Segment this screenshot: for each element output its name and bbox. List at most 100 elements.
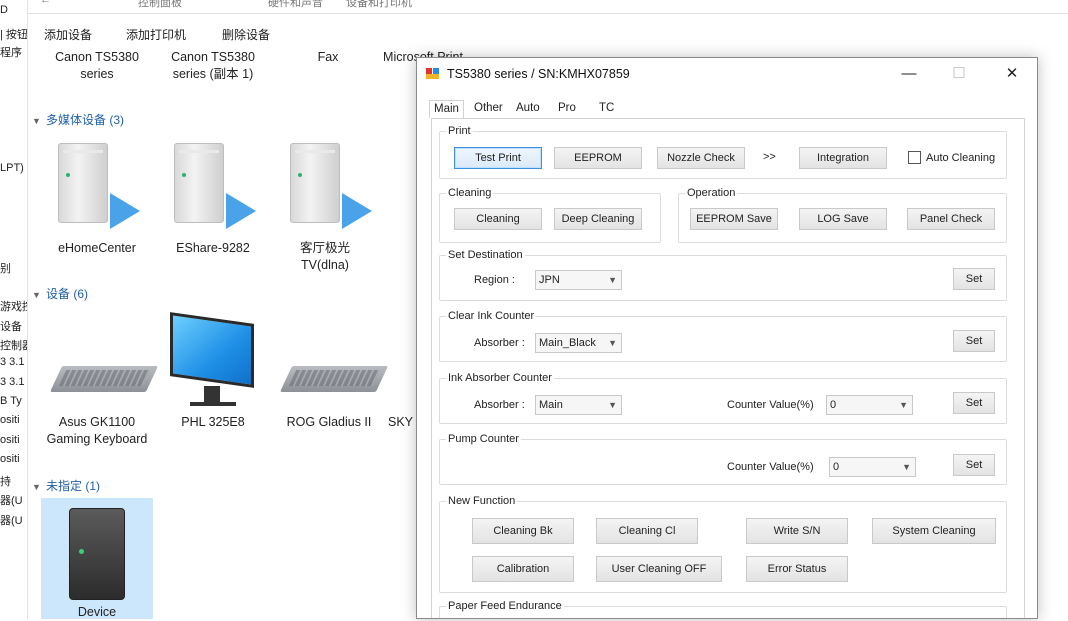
group-header-multimedia[interactable]: ▼ 多媒体设备 (3) [32,111,124,128]
absorber-select[interactable]: Main_Black ▼ [535,333,622,353]
eeprom-button[interactable]: EEPROM [554,147,642,169]
nav-item[interactable]: 3 3.1 [0,376,24,388]
nozzle-check-button[interactable]: Nozzle Check [657,147,745,169]
pump-counter-group: Pump Counter [439,433,1007,485]
nav-item[interactable]: LPT) [0,162,24,174]
nav-item[interactable]: 3 3.1 [0,356,24,368]
monitor-icon[interactable] [170,312,260,418]
group-label: Operation [687,187,736,199]
printer-item[interactable]: Canon TS5380 series [42,49,152,83]
nav-item[interactable]: B Ty [0,395,22,407]
test-print-button[interactable]: Test Print [454,147,542,169]
error-status-button[interactable]: Error Status [746,556,848,582]
group-label: Clear Ink Counter [448,310,535,322]
set-destination-set-button[interactable]: Set [953,268,995,290]
chevron-down-icon: ▼ [608,400,617,410]
nav-item[interactable]: D [0,4,8,16]
device-label[interactable]: Asus GK1100 Gaming Keyboard [42,414,152,448]
nav-item[interactable]: ositi [0,453,20,465]
system-cleaning-button[interactable]: System Cleaning [872,518,996,544]
chevron-down-icon: ▼ [902,462,911,472]
main-tab-panel: Print Test Print EEPROM Nozzle Check >> … [431,118,1025,618]
chevron-down-icon: ▼ [608,338,617,348]
selected-device-item[interactable]: Device [41,498,153,619]
cleaning-button[interactable]: Cleaning [454,208,542,230]
group-header-devices[interactable]: ▼ 设备 (6) [32,285,88,302]
maximize-icon[interactable]: ☐ [941,62,977,86]
media-server-icon[interactable] [290,143,372,229]
keyboard-icon[interactable] [49,366,159,400]
counter-value-select[interactable]: 0 ▼ [826,395,913,415]
device-label[interactable]: EShare-9282 [158,240,268,257]
tab-pro[interactable]: Pro [558,102,576,114]
nav-item[interactable]: 别 [0,260,11,276]
nav-item[interactable]: ositi [0,434,20,446]
tab-tc[interactable]: TC [599,102,614,114]
integration-button[interactable]: Integration [799,147,887,169]
service-tool-dialog: TS5380 series / SN:KMHX07859 — ☐ ✕ Main … [416,57,1038,619]
title-bar[interactable]: TS5380 series / SN:KMHX07859 — ☐ ✕ [417,58,1037,90]
breadcrumb[interactable]: 硬件和声音 [268,0,323,10]
tab-other[interactable]: Other [474,102,503,114]
deep-cleaning-button[interactable]: Deep Cleaning [554,208,642,230]
device-label[interactable]: PHL 325E8 [158,414,268,431]
navigation-pane: D | 按钮 程序 LPT) 别 游戏控 设备 控制器 3 3.1 3 3.1 … [0,0,28,619]
auto-cleaning-checkbox[interactable] [908,151,921,164]
keyboard-icon[interactable] [279,366,389,400]
add-printer-button[interactable]: 添加打印机 [126,26,186,43]
device-label[interactable]: eHomeCenter [42,240,152,257]
ink-absorber-set-button[interactable]: Set [953,392,995,414]
counter-value-label: Counter Value(%) [727,399,814,411]
nav-item[interactable]: 器(U [0,492,23,508]
group-label: Set Destination [448,249,523,261]
calibration-button[interactable]: Calibration [472,556,574,582]
chevron-down-icon: ▼ [899,400,908,410]
group-label: Ink Absorber Counter [448,372,552,384]
device-label[interactable]: ROG Gladius II [274,414,384,431]
device-label[interactable]: SKY [388,414,418,431]
media-server-icon[interactable] [58,143,140,229]
back-arrow-icon[interactable]: ← [40,0,51,6]
minimize-icon[interactable]: — [891,62,927,86]
printer-item[interactable]: Fax [283,49,373,66]
user-cleaning-off-button[interactable]: User Cleaning OFF [596,556,722,582]
auto-cleaning-label[interactable]: Auto Cleaning [926,152,995,164]
media-server-icon[interactable] [174,143,256,229]
absorber-label: Absorber : [474,337,525,349]
close-icon[interactable]: ✕ [994,62,1030,86]
nav-item[interactable]: ositi [0,414,20,426]
nav-item[interactable]: | 按钮 [0,26,27,42]
nav-item[interactable]: 器(U [0,512,23,528]
pump-set-button[interactable]: Set [953,454,995,476]
printer-item[interactable]: Canon TS5380 series (副本 1) [158,49,268,83]
breadcrumb[interactable]: 控制面板 [138,0,182,10]
clear-ink-set-button[interactable]: Set [953,330,995,352]
tab-main[interactable]: Main [429,100,464,118]
remove-device-button[interactable]: 删除设备 [222,26,270,43]
panel-check-button[interactable]: Panel Check [907,208,995,230]
group-header-unspecified[interactable]: ▼ 未指定 (1) [32,477,100,494]
paper-feed-endurance-group: Paper Feed Endurance [439,600,1007,618]
device-label[interactable]: 客厅极光 TV(dlna) [280,240,370,274]
address-bar[interactable]: ← 控制面板 硬件和声音 设备和打印机 [28,0,1068,14]
nav-item[interactable]: 游戏控 [0,298,27,314]
device-icon [69,508,125,600]
counter-value-select[interactable]: 0 ▼ [829,457,916,477]
absorber-select[interactable]: Main ▼ [535,395,622,415]
nav-item[interactable]: 程序 [0,44,22,60]
group-label: Print [448,125,471,137]
cleaning-bk-button[interactable]: Cleaning Bk [472,518,574,544]
cleaning-cl-button[interactable]: Cleaning Cl [596,518,698,544]
nav-item[interactable]: 设备 [0,318,22,334]
log-save-button[interactable]: LOG Save [799,208,887,230]
nav-item[interactable]: 持 [0,473,11,489]
nav-item[interactable]: 控制器 [0,337,27,353]
region-select[interactable]: JPN ▼ [535,270,622,290]
breadcrumb[interactable]: 设备和打印机 [346,0,412,10]
eeprom-save-button[interactable]: EEPROM Save [690,208,778,230]
region-label: Region : [474,274,515,286]
tab-auto[interactable]: Auto [516,102,540,114]
add-device-button[interactable]: 添加设备 [44,26,92,43]
write-sn-button[interactable]: Write S/N [746,518,848,544]
chevron-down-icon: ▼ [32,482,41,492]
